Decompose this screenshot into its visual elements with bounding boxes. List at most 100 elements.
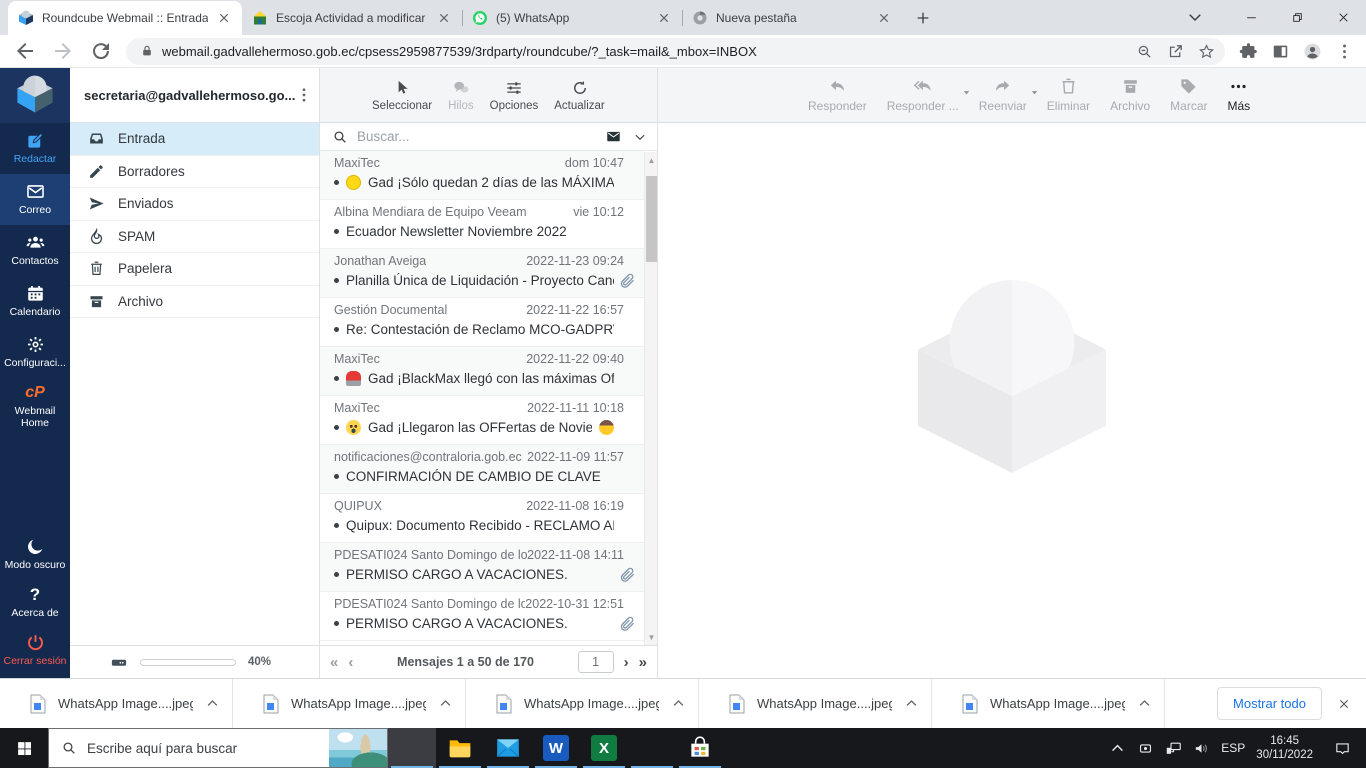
download-item[interactable]: WhatsApp Image....jpeg [466,679,699,728]
folder-row[interactable]: Archivo [70,286,319,319]
scrollbar-down-arrow[interactable]: ▼ [645,631,658,643]
message-row[interactable]: Jonathan Aveiga 2022-11-23 09:24 Planill… [320,249,644,298]
first-page-button[interactable]: « [330,654,338,671]
download-menu-chevron-icon[interactable] [904,696,919,711]
rail-item[interactable]: ? Acerca de [0,578,70,626]
mail-toolbar-button[interactable]: Archivo [1110,77,1150,113]
close-button[interactable] [1320,0,1366,35]
rail-item[interactable]: Contactos [0,225,70,276]
taskbar-app-button[interactable] [484,728,532,768]
message-row[interactable]: Gestión Documental 2022-11-22 16:57 Re: … [320,298,644,347]
scrollbar-up-arrow[interactable]: ▲ [645,154,658,166]
download-menu-chevron-icon[interactable] [671,696,686,711]
browser-tab[interactable]: Escoja Actividad a modificar | Info [242,1,462,35]
browser-tab[interactable]: Roundcube Webmail :: Entrada [8,1,242,35]
dropdown-caret-icon[interactable] [1029,87,1040,98]
screen-capture-icon[interactable] [1137,740,1154,757]
taskbar-app-button[interactable] [676,728,724,768]
message-row[interactable]: PDESATI024 Santo Domingo de los... 2022-… [320,543,644,592]
start-button[interactable] [0,728,48,768]
search-input[interactable] [357,129,604,144]
taskbar-app-button[interactable]: W [532,728,580,768]
list-toolbar-button[interactable]: Actualizar [554,79,605,112]
search-scope-icon[interactable] [604,129,623,144]
downloads-close-icon[interactable] [1336,696,1352,712]
page-number-input[interactable] [578,651,614,673]
rail-item[interactable]: Correo [0,174,70,225]
bookmark-star-icon[interactable] [1198,43,1215,60]
message-row[interactable]: PDESATI024 Santo Domingo de los... 2022-… [320,592,644,641]
rail-item[interactable]: Calendario [0,276,70,327]
extensions-icon[interactable] [1239,42,1258,61]
folder-row[interactable]: SPAM [70,221,319,254]
taskbar-clock[interactable]: 16:45 30/11/2022 [1256,734,1313,763]
download-item[interactable]: WhatsApp Image....jpeg [0,679,233,728]
download-item[interactable]: WhatsApp Image....jpeg [233,679,466,728]
dropdown-caret-icon[interactable] [961,87,972,98]
new-tab-button[interactable] [910,5,936,31]
profile-avatar[interactable] [1303,42,1322,61]
minimize-button[interactable] [1228,0,1274,35]
folder-row[interactable]: Entrada [70,123,319,156]
mail-toolbar-button[interactable]: Más [1228,77,1251,113]
message-row[interactable]: QUIPUX 2022-11-08 16:19 Quipux: Document… [320,494,644,543]
volume-icon[interactable] [1193,740,1210,757]
rail-item[interactable]: Modo oscuro [0,530,70,578]
rail-item[interactable]: cP Webmail Home [0,378,70,434]
download-item[interactable]: WhatsApp Image....jpeg [699,679,932,728]
folder-row[interactable]: Enviados [70,188,319,221]
search-icon[interactable] [332,129,348,145]
taskbar-app-button[interactable] [628,728,676,768]
rail-item[interactable]: Configuraci... [0,327,70,378]
message-list-scrollbar[interactable]: ▲ ▼ [644,152,657,645]
taskbar-app-button[interactable] [436,728,484,768]
side-panel-icon[interactable] [1271,42,1290,61]
rail-item[interactable]: Redactar [0,123,70,174]
last-page-button[interactable]: » [639,654,647,671]
rail-item[interactable]: Cerrar sesión [0,626,70,674]
address-bar[interactable]: webmail.gadvallehermoso.gob.ec/cpsess295… [126,38,1225,65]
reload-button[interactable] [89,39,113,63]
back-button[interactable] [13,39,37,63]
next-page-button[interactable]: › [624,654,629,671]
list-toolbar-button[interactable]: Opciones [490,79,539,112]
message-row[interactable]: MaxiTec dom 10:47 Gad ¡Sólo quedan 2 día… [320,151,644,200]
download-menu-chevron-icon[interactable] [1137,696,1152,711]
show-all-downloads-button[interactable]: Mostrar todo [1217,687,1322,720]
message-row[interactable]: Albina Mendiara de Equipo Veeam vie 10:1… [320,200,644,249]
scrollbar-thumb[interactable] [646,176,657,262]
mail-toolbar-button[interactable]: Reenviar [979,77,1027,113]
browser-menu-icon[interactable] [1335,42,1354,61]
action-center-icon[interactable] [1334,740,1351,757]
tab-close-icon[interactable] [656,10,672,26]
folder-options-icon[interactable] [295,86,313,104]
tab-close-icon[interactable] [436,10,452,26]
download-menu-chevron-icon[interactable] [438,696,453,711]
download-item[interactable]: WhatsApp Image....jpeg [932,679,1165,728]
taskbar-app-button[interactable] [388,728,436,768]
tray-overflow-chevron-icon[interactable] [1109,740,1126,757]
tab-search-chevron-icon[interactable] [1186,8,1204,26]
download-menu-chevron-icon[interactable] [205,696,220,711]
taskbar-app-button[interactable]: X [580,728,628,768]
mail-toolbar-button[interactable]: Marcar [1170,77,1207,113]
url-text[interactable]: webmail.gadvallehermoso.gob.ec/cpsess295… [162,44,1128,59]
forward-button[interactable] [51,39,75,63]
maximize-button[interactable] [1274,0,1320,35]
mail-toolbar-button[interactable]: Responder [808,77,867,113]
tab-close-icon[interactable] [216,10,232,26]
mail-toolbar-button[interactable]: Eliminar [1047,77,1090,113]
prev-page-button[interactable]: ‹ [348,654,353,671]
browser-tab[interactable]: (5) WhatsApp [462,1,682,35]
message-row[interactable]: notificaciones@contraloria.gob.ec 2022-1… [320,445,644,494]
zoom-icon[interactable] [1136,43,1153,60]
folder-row[interactable]: Borradores [70,156,319,189]
share-icon[interactable] [1167,43,1184,60]
taskbar-search-input[interactable] [87,741,329,756]
mail-toolbar-button[interactable]: Responder ... [887,77,959,113]
message-row[interactable]: MaxiTec 2022-11-11 10:18 Gad ¡Llegaron l… [320,396,644,445]
network-icon[interactable] [1165,740,1182,757]
lock-icon[interactable] [140,44,154,58]
message-row[interactable]: MaxiTec 2022-11-22 09:40 Gad ¡BlackMax l… [320,347,644,396]
list-toolbar-button[interactable]: Seleccionar [372,79,432,112]
